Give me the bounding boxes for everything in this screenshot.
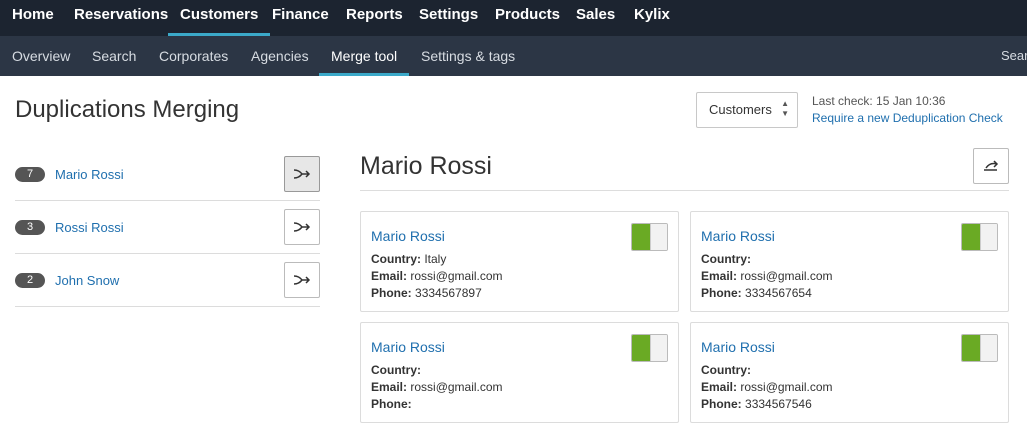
top-nav-customers[interactable]: Customers [168,0,271,36]
merge-icon [293,169,311,179]
merge-arrow-icon [984,160,999,171]
merge-records-button[interactable] [973,148,1009,184]
record-phone: Phone: 3334567546 [701,397,812,411]
duplicate-name-link[interactable]: Mario Rossi [55,167,124,182]
top-nav-finance[interactable]: Finance [272,0,329,36]
last-check-value: 15 Jan 10:36 [876,94,946,108]
merge-button[interactable] [284,156,320,192]
merge-icon [293,222,311,232]
list-item[interactable]: 2 John Snow [15,254,320,307]
record-card: Mario Rossi Country: Email: rossi@gmail.… [360,322,679,423]
count-badge: 2 [15,273,45,288]
top-nav-settings[interactable]: Settings [419,0,478,36]
record-country: Country: [701,363,751,377]
top-nav-reservations[interactable]: Reservations [74,0,168,36]
sub-nav-agencies[interactable]: Agencies [251,36,309,76]
count-badge: 3 [15,220,45,235]
record-card: Mario Rossi Country: Email: rossi@gmail.… [690,211,1009,312]
record-name-link[interactable]: Mario Rossi [701,228,775,244]
last-check-label: Last check: [812,94,873,108]
top-nav: Home Reservations Customers Finance Repo… [0,0,1027,36]
count-badge: 7 [15,167,45,182]
list-item[interactable]: 3 Rossi Rossi [15,201,320,254]
record-email: Email: rossi@gmail.com [371,380,503,394]
record-name-link[interactable]: Mario Rossi [371,228,445,244]
record-email: Email: rossi@gmail.com [371,269,503,283]
top-nav-sales[interactable]: Sales [576,0,615,36]
record-phone: Phone: 3334567897 [371,286,482,300]
duplicates-list: 7 Mario Rossi 3 Rossi Rossi 2 John Snow [15,148,320,307]
page-title: Duplications Merging [15,96,240,123]
record-card: Mario Rossi Country: Italy Email: rossi@… [360,211,679,312]
record-email: Email: rossi@gmail.com [701,269,833,283]
record-country: Country: Italy [371,252,447,266]
sub-nav: Overview Search Corporates Agencies Merg… [0,36,1027,76]
include-toggle[interactable] [631,223,668,251]
top-nav-home[interactable]: Home [12,0,54,36]
merge-button[interactable] [284,262,320,298]
sub-nav-corporates[interactable]: Corporates [159,36,228,76]
sub-nav-settings-tags[interactable]: Settings & tags [421,36,515,76]
top-nav-products[interactable]: Products [495,0,560,36]
sub-nav-overview[interactable]: Overview [12,36,70,76]
list-item[interactable]: 7 Mario Rossi [15,148,320,201]
last-check: Last check: 15 Jan 10:36 [812,94,945,108]
select-arrows-icon: ▲ ▼ [781,99,789,118]
record-name-link[interactable]: Mario Rossi [371,339,445,355]
record-phone: Phone: [371,397,412,411]
record-country: Country: [371,363,421,377]
record-name-link[interactable]: Mario Rossi [701,339,775,355]
entity-select-value: Customers [709,102,772,117]
top-nav-kylix[interactable]: Kylix [634,0,670,36]
merge-icon [293,275,311,285]
record-card: Mario Rossi Country: Email: rossi@gmail.… [690,322,1009,423]
record-country: Country: [701,252,751,266]
record-phone: Phone: 3334567654 [701,286,812,300]
sub-nav-search[interactable]: Search [92,36,136,76]
record-email: Email: rossi@gmail.com [701,380,833,394]
duplicate-name-link[interactable]: Rossi Rossi [55,220,124,235]
include-toggle[interactable] [961,223,998,251]
entity-select[interactable]: Customers ▲ ▼ [696,92,798,128]
include-toggle[interactable] [961,334,998,362]
duplicate-name-link[interactable]: John Snow [55,273,119,288]
sub-nav-search-field[interactable]: Searc [1001,36,1027,76]
top-nav-reports[interactable]: Reports [346,0,403,36]
sub-nav-merge-tool[interactable]: Merge tool [331,36,397,76]
detail-divider [360,190,1009,191]
detail-title: Mario Rossi [360,152,492,180]
require-dedup-check-link[interactable]: Require a new Deduplication Check [812,111,1003,125]
include-toggle[interactable] [631,334,668,362]
active-tab-indicator [319,73,409,76]
merge-button[interactable] [284,209,320,245]
